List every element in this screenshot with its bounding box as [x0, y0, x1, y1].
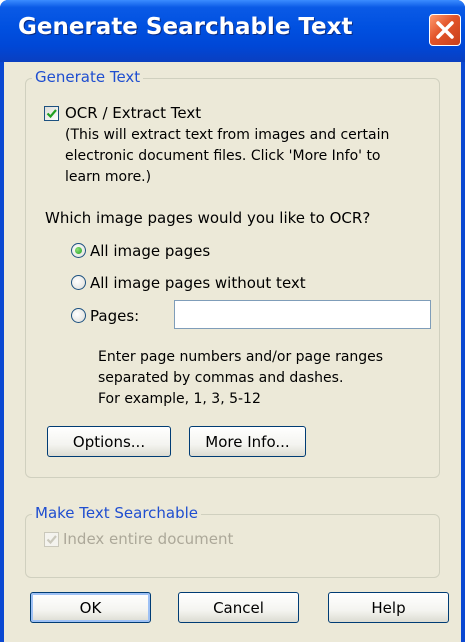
index-document-label[interactable]: Index entire document — [63, 530, 233, 548]
help-button[interactable]: Help — [328, 592, 449, 623]
ocr-note-line-1: (This will extract text from images and … — [65, 127, 390, 143]
radio-selected-dot — [75, 247, 82, 254]
pages-help-line-2: separated by commas and dashes. — [98, 370, 344, 386]
cancel-button[interactable]: Cancel — [178, 592, 299, 623]
ocr-extract-checkbox[interactable] — [44, 106, 59, 121]
window-title: Generate Searchable Text — [18, 14, 353, 40]
radio-all-image-pages[interactable] — [71, 243, 86, 258]
ocr-note-line-3: learn more.) — [65, 169, 152, 185]
radio-all-image-pages-label[interactable]: All image pages — [90, 242, 210, 260]
pages-input[interactable] — [174, 300, 431, 329]
group-legend-generate-text: Generate Text — [32, 68, 144, 86]
ok-button[interactable]: OK — [30, 592, 151, 623]
group-legend-make-searchable: Make Text Searchable — [32, 504, 202, 522]
radio-pages-without-text-label[interactable]: All image pages without text — [90, 274, 306, 292]
close-icon — [436, 21, 454, 39]
checkmark-icon — [46, 535, 57, 545]
checkmark-icon — [46, 109, 57, 119]
ocr-pages-question: Which image pages would you like to OCR? — [45, 209, 371, 227]
index-document-checkbox[interactable] — [44, 532, 59, 547]
title-bar[interactable]: Generate Searchable Text — [0, 0, 465, 62]
more-info-button[interactable]: More Info... — [189, 426, 306, 457]
radio-pages-label[interactable]: Pages: — [90, 307, 139, 325]
dialog-window: Generate Searchable Text Generate Text O… — [0, 0, 465, 642]
options-button[interactable]: Options... — [47, 426, 171, 457]
ocr-extract-label[interactable]: OCR / Extract Text — [65, 104, 201, 122]
radio-pages-without-text[interactable] — [71, 275, 86, 290]
dialog-body: Generate Text OCR / Extract Text (This w… — [4, 62, 461, 642]
close-button[interactable] — [429, 14, 461, 46]
ocr-note-line-2: electronic document files. Click 'More I… — [65, 148, 381, 164]
pages-help-line-3: For example, 1, 3, 5-12 — [98, 391, 261, 407]
pages-help-line-1: Enter page numbers and/or page ranges — [98, 349, 384, 365]
radio-pages[interactable] — [71, 308, 86, 323]
